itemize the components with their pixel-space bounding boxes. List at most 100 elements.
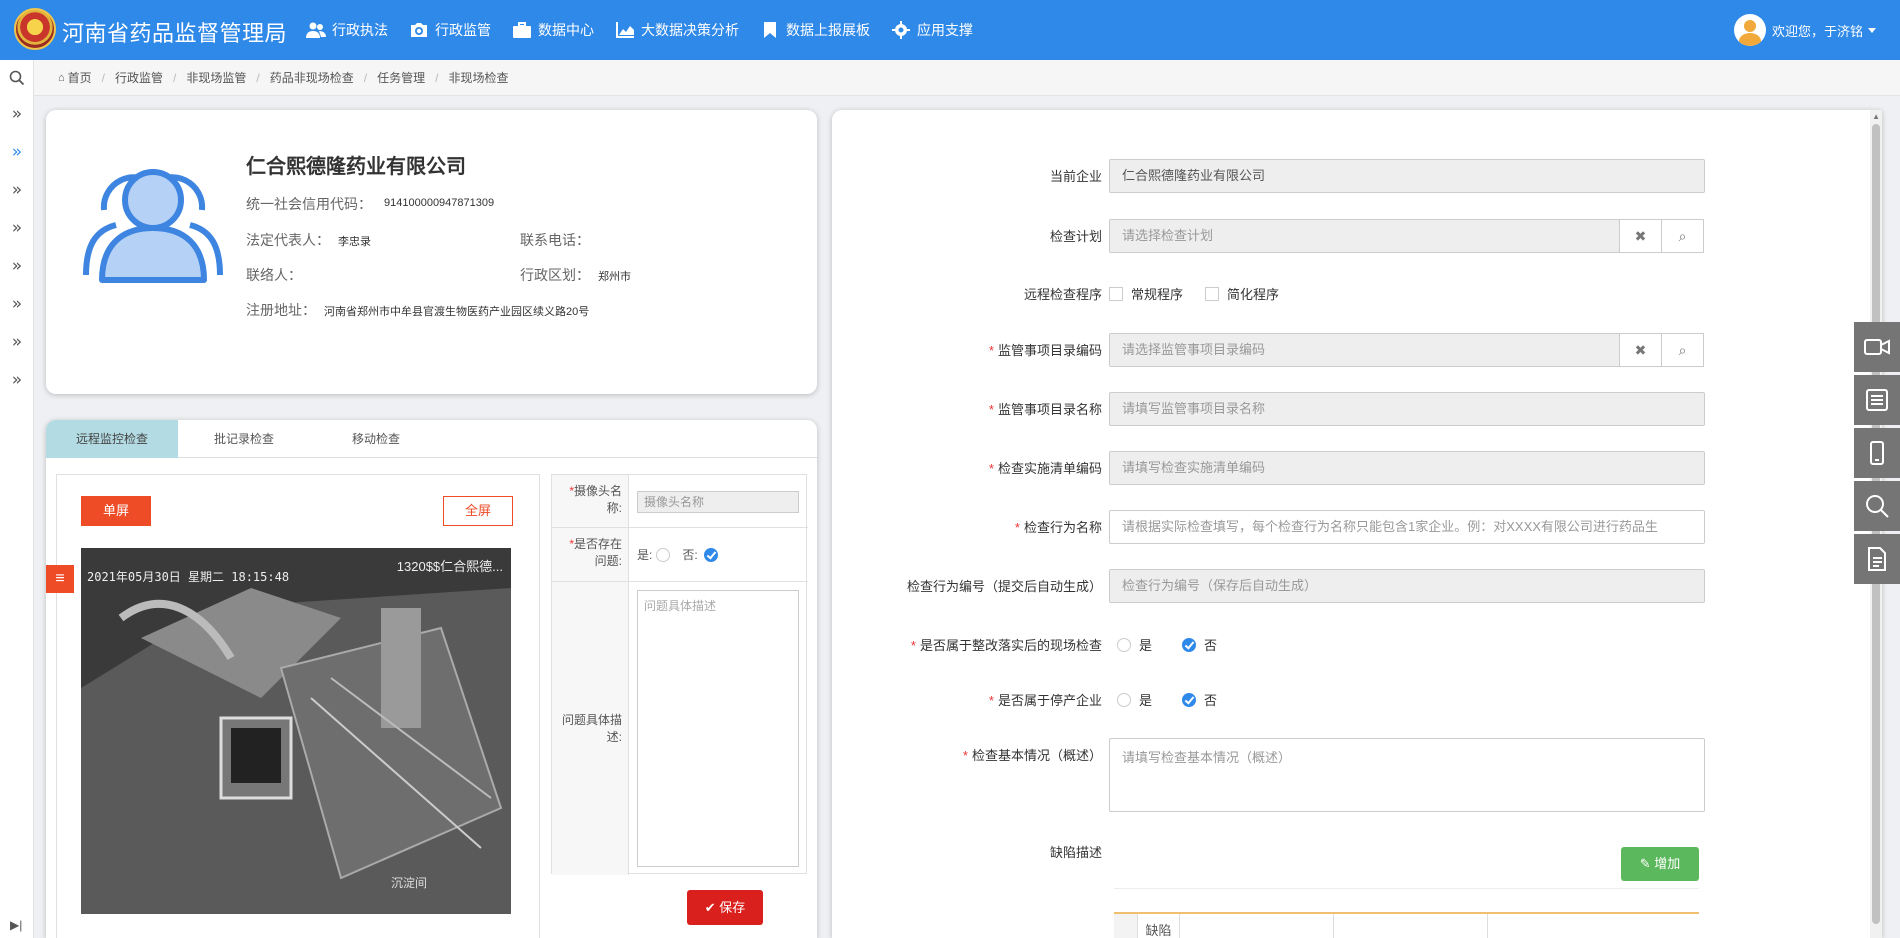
program-regular-option[interactable]: 常规程序 [1109, 284, 1183, 303]
divider [1114, 888, 1699, 889]
breadcrumb-item[interactable]: 药品非现场检查 [270, 69, 354, 86]
single-screen-button[interactable]: 单屏 [81, 496, 151, 526]
rectify-no-option[interactable]: 否 [1174, 635, 1217, 654]
nav-label: 数据中心 [538, 22, 594, 38]
search-icon[interactable] [9, 70, 25, 86]
stopped-no-radio[interactable] [1182, 692, 1197, 707]
camera-name-input[interactable]: 摄像头名称 [637, 491, 799, 513]
action-name-label: * 检查行为名称 [1014, 520, 1102, 535]
double-chevron-right-icon[interactable]: » [6, 179, 28, 201]
rectify-yes-radio[interactable] [1117, 637, 1131, 652]
search-icon [1866, 495, 1889, 518]
issue-desc-textarea[interactable]: 问题具体描述 [637, 590, 799, 867]
tab-mobile[interactable]: 移动检查 [310, 420, 442, 458]
item-name-label: * 监管事项目录名称 [988, 402, 1102, 417]
region-value: 郑州市 [598, 271, 631, 283]
add-defect-button[interactable]: ✎ 增加 [1621, 847, 1699, 881]
program-label: 远程检查程序 [1023, 287, 1102, 302]
address-label: 注册地址： [246, 302, 316, 318]
action-name-input[interactable]: 请根据实际检查填写，每个检查行为名称只能包含1家企业。例：对XXXX有限公司进行… [1109, 510, 1705, 544]
breadcrumb-current: 非现场检查 [448, 71, 509, 85]
double-chevron-right-icon[interactable]: » [6, 217, 28, 239]
briefcase-icon [513, 22, 531, 38]
emblem-logo [14, 8, 56, 50]
gear-icon [892, 21, 910, 39]
list-code-label: * 检查实施清单编码 [988, 461, 1102, 476]
action-no-label: 检查行为编号（提交后自动生成） [906, 579, 1102, 594]
clear-icon[interactable]: ✖ [1619, 333, 1662, 367]
top-bar: 河南省药品监督管理局 行政执法 行政监管 数据中心 大数据决策分析 数据上报展板… [0, 0, 1900, 60]
chevron-down-icon [1868, 27, 1876, 33]
inspection-form-panel: 当前企业 仁合熙德隆药业有限公司 检查计划 请选择检查计划 ✖ ⌕ 远程检查程序… [832, 110, 1882, 938]
scroll-up-icon[interactable]: ▲ [1872, 112, 1880, 121]
region-label: 行政区划： [520, 267, 590, 283]
nav-item-supervision[interactable]: 行政监管 [409, 20, 491, 40]
rectify-no-radio[interactable] [1182, 637, 1197, 652]
double-chevron-right-icon[interactable]: » [6, 369, 28, 391]
company-name: 仁合熙德隆药业有限公司 [246, 156, 466, 178]
nav-item-analysis[interactable]: 大数据决策分析 [615, 20, 739, 40]
issue-no-radio[interactable] [703, 547, 718, 562]
double-chevron-right-icon[interactable]: » [6, 141, 28, 163]
address-value: 河南省郑州市中牟县官渡生物医药产业园区续义路20号 [324, 306, 590, 318]
nav-item-enforcement[interactable]: 行政执法 [306, 20, 388, 40]
basic-label: * 检查基本情况（概述） [962, 748, 1102, 763]
video-camera-icon [1864, 339, 1890, 355]
program-regular-checkbox[interactable] [1109, 286, 1123, 301]
double-chevron-right-icon[interactable]: » [6, 255, 28, 277]
breadcrumb-item[interactable]: 行政监管 [115, 69, 163, 86]
edit-icon: ✎ [1639, 856, 1651, 871]
issue-yes-radio[interactable] [656, 547, 671, 562]
contact-label: 联络人： [246, 267, 302, 283]
basic-textarea[interactable]: 请填写检查基本情况（概述） [1109, 738, 1705, 812]
has-issue-label: *是否存在问题: [552, 528, 629, 581]
tab-remote-monitor[interactable]: 远程监控检查 [46, 420, 178, 458]
table-col-index [1114, 914, 1138, 938]
item-name-input[interactable]: 请填写监管事项目录名称 [1109, 392, 1705, 426]
search-tool-button[interactable] [1854, 481, 1900, 531]
video-tool-button[interactable] [1854, 322, 1900, 372]
program-simple-checkbox[interactable] [1205, 286, 1220, 301]
document-tool-button[interactable] [1854, 534, 1900, 584]
stopped-no-option[interactable]: 否 [1174, 690, 1217, 709]
home-icon: ⌂ [58, 71, 65, 84]
breadcrumb-item[interactable]: 非现场监管 [186, 69, 246, 86]
breadcrumb-home[interactable]: 首页 [68, 69, 92, 86]
nav-item-data-center[interactable]: 数据中心 [512, 20, 594, 40]
video-container: 单屏 全屏 2021年05月30日 星期二 18:15:48 1320$$仁合熙… [56, 474, 540, 938]
item-code-label: * 监管事项目录编码 [988, 343, 1102, 358]
double-chevron-right-icon[interactable]: » [6, 103, 28, 125]
double-chevron-right-icon[interactable]: » [6, 331, 28, 353]
expand-sidebar-icon[interactable]: ▶| [10, 918, 22, 932]
stopped-yes-option[interactable]: 是 [1109, 690, 1152, 709]
item-code-input[interactable]: 请选择监管事项目录编码 [1109, 333, 1620, 367]
stopped-yes-radio[interactable] [1117, 692, 1131, 707]
double-chevron-right-icon[interactable]: » [6, 293, 28, 315]
list-code-input[interactable]: 请填写检查实施清单编码 [1109, 451, 1705, 485]
rectify-yes-option[interactable]: 是 [1109, 635, 1152, 654]
plan-input[interactable]: 请选择检查计划 [1109, 219, 1620, 253]
has-issue-options: 是: 否: [637, 546, 718, 563]
user-menu[interactable]: 欢迎您，于济铭 [1733, 14, 1876, 46]
nav-item-report-board[interactable]: 数据上报展板 [760, 20, 870, 40]
mobile-tool-button[interactable] [1854, 428, 1900, 478]
menu-icon[interactable]: ≡ [46, 565, 74, 593]
mobile-icon [1870, 441, 1884, 465]
video-feed[interactable]: 2021年05月30日 星期二 18:15:48 1320$$仁合熙德... 沉… [81, 548, 511, 914]
nav-label: 应用支撑 [917, 22, 973, 38]
credit-code-label: 统一社会信用代码： [246, 196, 372, 212]
breadcrumb-item[interactable]: 任务管理 [377, 69, 425, 86]
program-simple-option[interactable]: 简化程序 [1205, 284, 1279, 303]
table-header-col [1334, 914, 1488, 938]
full-screen-button[interactable]: 全屏 [443, 496, 513, 526]
search-icon[interactable]: ⌕ [1661, 333, 1704, 367]
tab-batch-record[interactable]: 批记录检查 [178, 420, 310, 458]
stopped-options: 是 否 [1109, 690, 1239, 709]
inspection-tabs: 远程监控检查 批记录检查 移动检查 [46, 420, 817, 458]
clear-icon[interactable]: ✖ [1619, 219, 1662, 253]
nav-item-app-support[interactable]: 应用支撑 [891, 20, 973, 40]
search-icon[interactable]: ⌕ [1661, 219, 1704, 253]
list-tool-button[interactable] [1854, 375, 1900, 425]
save-button[interactable]: ✔ 保存 [687, 890, 763, 925]
area-chart-icon [616, 22, 634, 38]
